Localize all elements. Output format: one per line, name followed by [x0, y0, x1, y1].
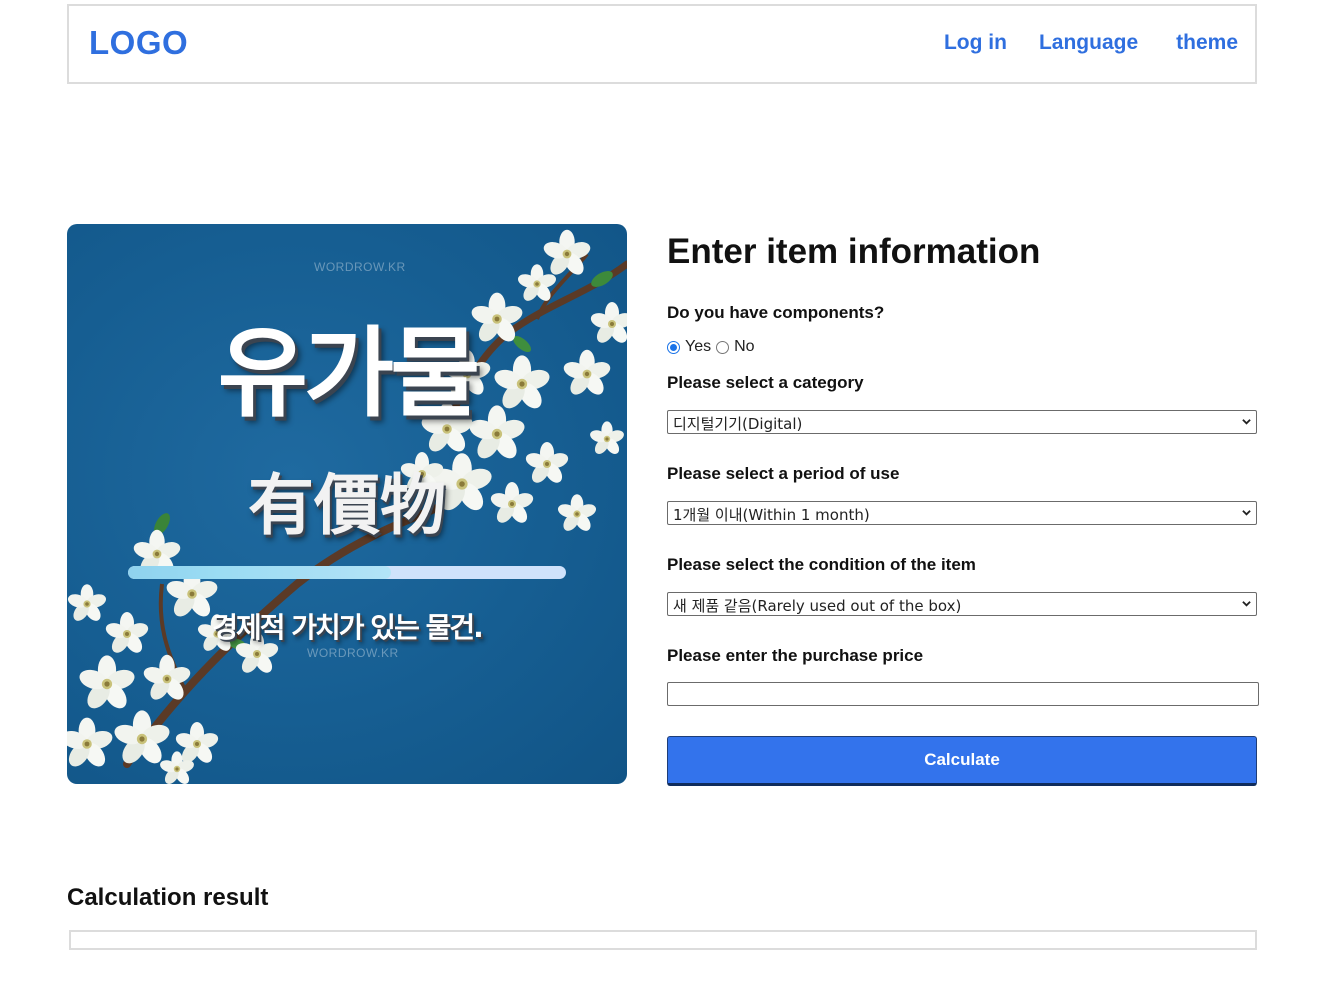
site-header: LOGO Log in Language theme: [67, 4, 1257, 84]
condition-label: Please select the condition of the item: [667, 555, 976, 574]
logo[interactable]: LOGO: [89, 24, 188, 62]
radio-no-label[interactable]: No: [734, 338, 754, 356]
hero-title-korean: 유가물: [217, 317, 480, 431]
period-select-value: 1개월 이내(Within 1 month): [673, 506, 870, 524]
condition-select-value: 새 제품 같음(Rarely used out of the box): [673, 597, 962, 615]
components-radio-group: Yes No: [667, 338, 760, 356]
period-label: Please select a period of use: [667, 464, 900, 483]
period-select[interactable]: 1개월 이내(Within 1 month): [667, 501, 1257, 525]
chevron-down-icon: [1242, 601, 1251, 607]
hero-caption: 경제적 가치가 있는 물건.: [212, 611, 483, 644]
category-select-value: 디지털기기(Digital): [673, 415, 803, 433]
hero-progress-fill: [128, 566, 391, 579]
price-label: Please enter the purchase price: [667, 646, 924, 665]
result-title: Calculation result: [67, 884, 269, 911]
hero-progress-bar: [128, 566, 566, 579]
chevron-down-icon: [1242, 510, 1251, 516]
hero-title-hanja: 有價物: [248, 466, 446, 544]
purchase-price-input[interactable]: [667, 682, 1259, 706]
watermark-bottom: WORDROW.KR: [307, 646, 399, 660]
condition-select[interactable]: 새 제품 같음(Rarely used out of the box): [667, 592, 1257, 616]
hero-image: WORDROW.KR 유가물 有價物 경제적 가치가 있는 물건. WORDRO…: [67, 224, 627, 784]
form-title: Enter item information: [667, 232, 1041, 271]
category-select[interactable]: 디지털기기(Digital): [667, 410, 1257, 434]
result-box: [69, 930, 1257, 950]
radio-yes-label[interactable]: Yes: [685, 338, 711, 356]
components-label: Do you have components?: [667, 303, 885, 322]
radio-no[interactable]: [716, 340, 730, 354]
nav-language-link[interactable]: Language: [1039, 31, 1138, 55]
nav-theme-link[interactable]: theme: [1176, 31, 1238, 55]
category-label: Please select a category: [667, 373, 864, 392]
main-nav: Log in Language theme: [944, 31, 1238, 55]
chevron-down-icon: [1242, 419, 1251, 425]
watermark-top: WORDROW.KR: [314, 260, 406, 274]
nav-login-link[interactable]: Log in: [944, 31, 1007, 55]
calculate-button[interactable]: Calculate: [667, 736, 1257, 786]
radio-yes[interactable]: [667, 340, 680, 354]
